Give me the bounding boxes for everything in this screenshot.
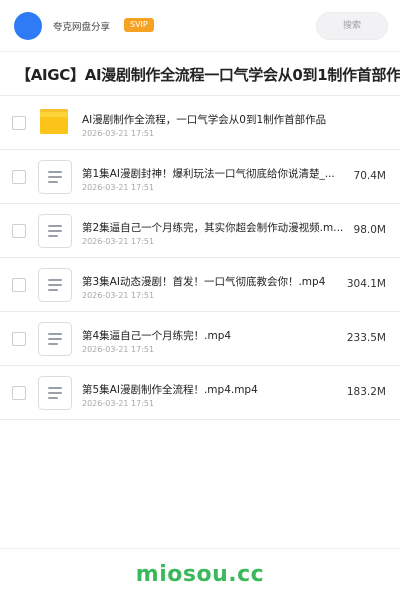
file-row[interactable]: AI漫剧制作全流程，一口气学会从0到1制作首部作品 2026-03-21 17:5… [0,96,400,150]
select-checkbox[interactable] [12,386,26,400]
file-size: 233.5M [346,332,386,344]
file-row[interactable]: 第5集AI漫剧制作全流程！.mp4.mp4 2026-03-21 17:51 183… [0,366,400,420]
file-size: 98.0M [353,224,386,236]
header: 夸克网盘分享 SVIP 搜索 [0,0,400,52]
file-name[interactable]: 第4集逼自己一个月练完！.mp4 [82,328,354,343]
file-row[interactable]: 第3集AI动态漫剧！首发！一口气彻底教会你！.mp4 2026-03-21 17:… [0,258,400,312]
document-icon [38,268,72,302]
avatar[interactable] [14,12,42,40]
file-name[interactable]: AI漫剧制作全流程，一口气学会从0到1制作首部作品 [82,112,354,127]
file-name[interactable]: 第2集逼自己一个月练完，其实你超会制作动漫视频.m... [82,220,354,235]
file-date: 2026-03-21 17:51 [82,237,155,246]
svip-badge: SVIP [124,18,154,32]
file-size: 183.2M [346,386,386,398]
file-name[interactable]: 第5集AI漫剧制作全流程！.mp4.mp4 [82,382,354,397]
file-size: 70.4M [353,170,386,182]
footer-divider [0,548,400,549]
document-icon [38,214,72,248]
file-row[interactable]: 第4集逼自己一个月练完！.mp4 2026-03-21 17:51 233.5M [0,312,400,366]
document-icon [38,322,72,356]
folder-icon [38,106,72,140]
select-checkbox[interactable] [12,332,26,346]
select-checkbox[interactable] [12,116,26,130]
file-row[interactable]: 第2集逼自己一个月练完，其实你超会制作动漫视频.m... 2026-03-21 1… [0,204,400,258]
file-name[interactable]: 第1集AI漫剧封神！爆利玩法一口气彻底给你说清楚_... [82,166,354,181]
title-bar: 【AIGC】AI漫剧制作全流程一口气学会从0到1制作首部作品 [0,52,400,96]
document-icon [38,376,72,410]
user-name: 夸克网盘分享 [53,22,111,33]
file-date: 2026-03-21 17:51 [82,129,155,138]
file-list: AI漫剧制作全流程，一口气学会从0到1制作首部作品 2026-03-21 17:5… [0,96,400,420]
file-date: 2026-03-21 17:51 [82,345,155,354]
footer-brand[interactable]: miosou.cc [0,562,400,587]
file-date: 2026-03-21 17:51 [82,291,155,300]
select-checkbox[interactable] [12,170,26,184]
search-input[interactable]: 搜索 [316,12,388,40]
select-checkbox[interactable] [12,278,26,292]
file-name[interactable]: 第3集AI动态漫剧！首发！一口气彻底教会你！.mp4 [82,274,354,289]
page-title: 【AIGC】AI漫剧制作全流程一口气学会从0到1制作首部作品 [16,66,400,84]
file-date: 2026-03-21 17:51 [82,183,155,192]
file-row[interactable]: 第1集AI漫剧封神！爆利玩法一口气彻底给你说清楚_... 2026-03-21 1… [0,150,400,204]
select-checkbox[interactable] [12,224,26,238]
document-icon [38,160,72,194]
file-date: 2026-03-21 17:51 [82,399,155,408]
file-size: 304.1M [346,278,386,290]
